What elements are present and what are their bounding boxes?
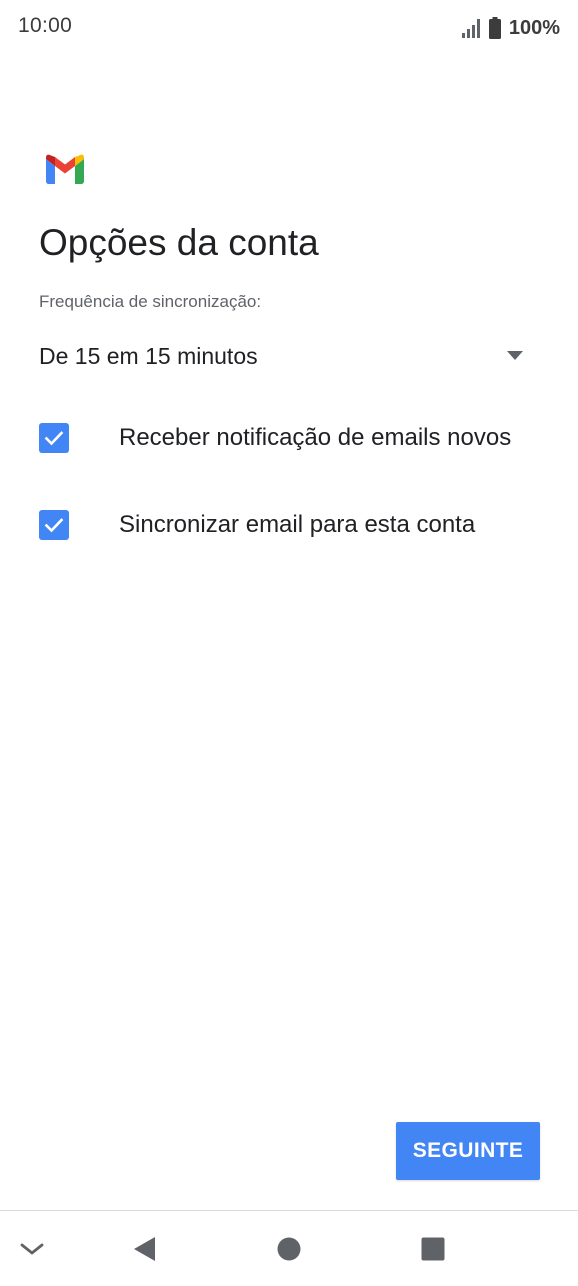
- recents-icon: [421, 1237, 445, 1261]
- sync-email-label: Sincronizar email para esta conta: [119, 511, 476, 538]
- status-bar: 10:00 100%: [0, 0, 578, 56]
- page-title: Opções da conta: [39, 222, 319, 263]
- notify-new-email-option[interactable]: Receber notificação de emails novos: [39, 416, 549, 460]
- notify-new-email-label: Receber notificação de emails novos: [119, 424, 512, 451]
- dropdown-arrow-icon: [507, 351, 523, 360]
- sync-email-checkbox[interactable]: [39, 510, 69, 540]
- sync-frequency-value: De 15 em 15 minutos: [39, 342, 258, 369]
- battery-percentage: 100%: [508, 16, 560, 39]
- battery-icon: [488, 17, 501, 39]
- checkmark-icon: [44, 431, 64, 446]
- notify-new-email-checkbox[interactable]: [39, 423, 69, 453]
- status-icons: 100%: [461, 14, 560, 42]
- signal-icon: [461, 19, 480, 38]
- status-time: 10:00: [18, 14, 73, 37]
- nav-back-button[interactable]: [124, 1229, 164, 1269]
- back-icon: [134, 1237, 155, 1261]
- nav-home-button[interactable]: [269, 1229, 309, 1269]
- nav-hide-keyboard-button[interactable]: [12, 1229, 52, 1269]
- chevron-down-icon: [20, 1243, 44, 1255]
- sync-frequency-dropdown[interactable]: De 15 em 15 minutos: [39, 334, 529, 378]
- navigation-bar: [0, 1211, 578, 1286]
- sync-frequency-label: Frequência de sincronização:: [39, 292, 262, 311]
- checkmark-icon: [44, 518, 64, 533]
- sync-email-option[interactable]: Sincronizar email para esta conta: [39, 503, 549, 547]
- home-icon: [277, 1237, 301, 1261]
- next-button[interactable]: SEGUINTE: [396, 1122, 540, 1180]
- gmail-logo-icon: [46, 154, 84, 184]
- nav-recents-button[interactable]: [413, 1229, 453, 1269]
